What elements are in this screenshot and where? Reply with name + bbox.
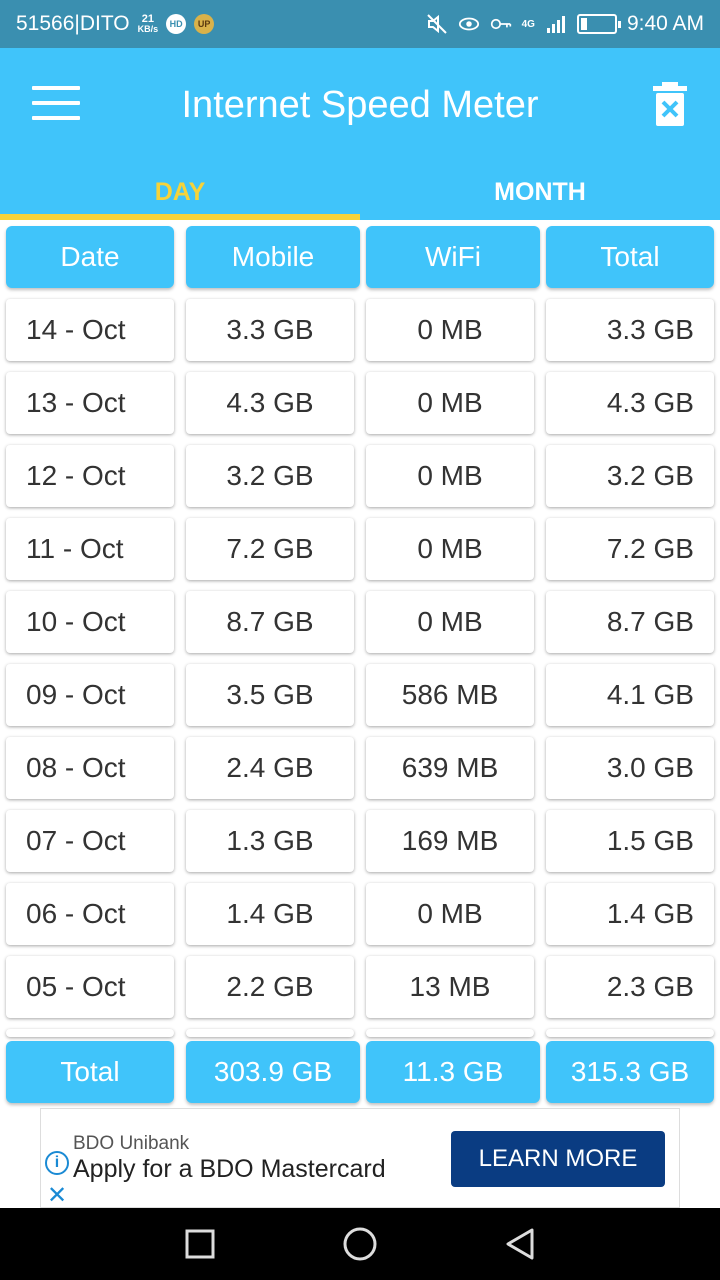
row-date: 13 - Oct (6, 372, 174, 434)
row-partial (6, 1029, 174, 1037)
signal-icon (545, 13, 567, 35)
row-wifi: 0 MB (366, 299, 534, 361)
recents-icon[interactable] (182, 1226, 218, 1262)
ad-banner[interactable]: i ✕ BDO Unibank Apply for a BDO Masterca… (40, 1108, 680, 1210)
row-total: 8.7 GB (546, 591, 714, 653)
row-total: 3.2 GB (546, 445, 714, 507)
status-left: 51566|DITO 21 KB/s HD UP (16, 12, 215, 36)
row-partial (366, 1029, 534, 1037)
status-right: 4G 9:40 AM (426, 12, 704, 36)
row-date: 07 - Oct (6, 810, 174, 872)
row-wifi: 0 MB (366, 518, 534, 580)
back-icon[interactable] (502, 1226, 538, 1262)
row-wifi: 169 MB (366, 810, 534, 872)
header-total: Total (546, 226, 714, 288)
header-mobile: Mobile (186, 226, 360, 288)
row-date: 12 - Oct (6, 445, 174, 507)
total-wifi: 11.3 GB (366, 1041, 540, 1103)
network-speed: 21 KB/s (137, 14, 159, 35)
row-mobile: 7.2 GB (186, 518, 354, 580)
row-mobile: 1.3 GB (186, 810, 354, 872)
key-icon (490, 13, 512, 35)
row-mobile: 2.4 GB (186, 737, 354, 799)
row-wifi: 0 MB (366, 883, 534, 945)
row-date: 06 - Oct (6, 883, 174, 945)
header-date: Date (6, 226, 174, 288)
row-total: 7.2 GB (546, 518, 714, 580)
row-mobile: 4.3 GB (186, 372, 354, 434)
row-wifi: 0 MB (366, 445, 534, 507)
row-date: 10 - Oct (6, 591, 174, 653)
row-wifi: 0 MB (366, 591, 534, 653)
total-label: Total (6, 1041, 174, 1103)
row-date: 09 - Oct (6, 664, 174, 726)
ad-brand: BDO Unibank (73, 1133, 190, 1154)
row-mobile: 2.2 GB (186, 956, 354, 1018)
row-total: 1.5 GB (546, 810, 714, 872)
network-type: 4G (521, 18, 535, 30)
ad-headline[interactable]: Apply for a BDO Mastercard (73, 1155, 386, 1184)
carrier-label: 51566|DITO (16, 12, 130, 35)
mute-icon (426, 13, 448, 35)
tab-month[interactable]: MONTH (360, 168, 720, 220)
row-total: 1.4 GB (546, 883, 714, 945)
tab-day[interactable]: DAY (0, 168, 360, 220)
row-total: 3.3 GB (546, 299, 714, 361)
learn-more-button[interactable]: LEARN MORE (451, 1131, 665, 1187)
row-date: 08 - Oct (6, 737, 174, 799)
row-mobile: 3.2 GB (186, 445, 354, 507)
row-partial (186, 1029, 354, 1037)
info-icon[interactable]: i (45, 1151, 69, 1175)
speed-unit: KB/s (137, 24, 159, 34)
row-wifi: 639 MB (366, 737, 534, 799)
app-bar: Internet Speed Meter DAY MONTH (0, 48, 720, 220)
app-badge-icon: UP (194, 14, 215, 34)
row-wifi: 586 MB (366, 664, 534, 726)
row-total: 4.3 GB (546, 372, 714, 434)
home-icon[interactable] (342, 1226, 378, 1262)
row-date: 05 - Oct (6, 956, 174, 1018)
hd-badge-icon: HD (166, 14, 187, 34)
row-wifi: 0 MB (366, 372, 534, 434)
row-mobile: 8.7 GB (186, 591, 354, 653)
row-date: 14 - Oct (6, 299, 174, 361)
battery-icon (576, 14, 621, 34)
delete-icon[interactable] (650, 80, 690, 128)
close-icon[interactable]: ✕ (47, 1181, 67, 1210)
app-title: Internet Speed Meter (181, 84, 539, 126)
eye-icon (458, 13, 480, 35)
row-total: 4.1 GB (546, 664, 714, 726)
nav-bar (0, 1208, 720, 1280)
row-total: 2.3 GB (546, 956, 714, 1018)
header-wifi: WiFi (366, 226, 540, 288)
row-date: 11 - Oct (6, 518, 174, 580)
row-mobile: 3.5 GB (186, 664, 354, 726)
row-total: 3.0 GB (546, 737, 714, 799)
row-wifi: 13 MB (366, 956, 534, 1018)
row-mobile: 3.3 GB (186, 299, 354, 361)
total-total: 315.3 GB (546, 1041, 714, 1103)
row-partial (546, 1029, 714, 1037)
clock: 9:40 AM (626, 12, 704, 35)
tab-bar: DAY MONTH (0, 168, 720, 220)
total-mobile: 303.9 GB (186, 1041, 360, 1103)
status-bar: 51566|DITO 21 KB/s HD UP 4G 9:40 AM (0, 0, 720, 48)
row-mobile: 1.4 GB (186, 883, 354, 945)
